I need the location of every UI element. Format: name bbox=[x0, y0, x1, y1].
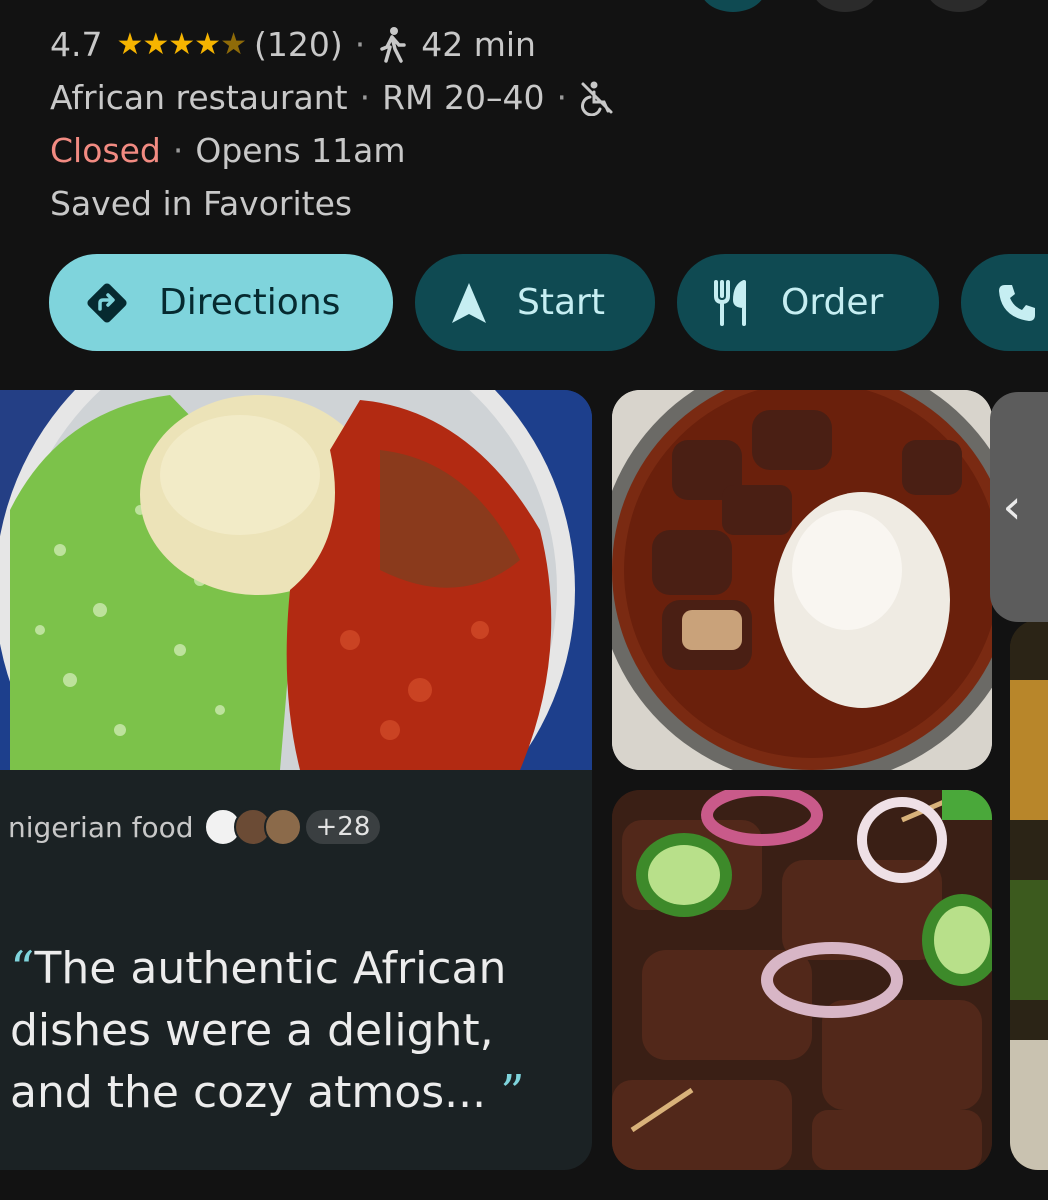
food-photo-partial[interactable] bbox=[1010, 620, 1048, 1170]
start-button[interactable]: Start bbox=[415, 254, 655, 351]
start-label: Start bbox=[517, 282, 605, 323]
fork-knife-icon bbox=[711, 278, 753, 328]
navigation-arrow-icon bbox=[449, 281, 489, 325]
review-tag: nigerian food bbox=[8, 810, 194, 844]
rating-value: 4.7 bbox=[50, 25, 103, 64]
food-photo-fufu-stew[interactable] bbox=[612, 390, 992, 770]
directions-button[interactable]: Directions bbox=[49, 254, 393, 351]
top-action-circle[interactable] bbox=[700, 0, 766, 12]
price-range: RM 20–40 bbox=[382, 78, 545, 117]
food-photo-suya[interactable] bbox=[612, 790, 992, 1170]
walking-icon bbox=[377, 26, 407, 63]
top-action-circle[interactable] bbox=[926, 0, 992, 12]
rating-line: 4.7 ★★★★★ (120) · 42 min bbox=[50, 25, 536, 64]
opening-hours: Opens 11am bbox=[195, 131, 406, 170]
contributor-avatars[interactable]: +28 bbox=[203, 808, 381, 846]
rating-stars-icon: ★★★★★ bbox=[116, 27, 246, 62]
review-snippet[interactable]: “The authentic African dishes were a del… bbox=[10, 938, 570, 1124]
directions-label: Directions bbox=[159, 282, 341, 323]
review-caption: nigerian food +28 bbox=[8, 808, 381, 846]
saved-line[interactable]: Saved in Favorites bbox=[50, 177, 615, 230]
close-quote-icon: ” bbox=[500, 1065, 525, 1121]
open-status: Closed bbox=[50, 131, 161, 170]
saved-list: Saved in Favorites bbox=[50, 184, 353, 223]
more-contributors-count: +28 bbox=[305, 810, 381, 844]
walk-time: 42 min bbox=[421, 25, 536, 64]
order-button[interactable]: Order bbox=[677, 254, 939, 351]
review-card[interactable]: nigerian food +28 “The authentic African… bbox=[0, 390, 592, 1170]
gallery-collapse-handle[interactable]: ‹ bbox=[990, 392, 1048, 622]
place-panel: 4.7 ★★★★★ (120) · 42 min African restaur… bbox=[0, 0, 1048, 1200]
top-action-circle[interactable] bbox=[812, 0, 878, 12]
directions-icon bbox=[83, 279, 131, 327]
open-quote-icon: “ bbox=[10, 941, 35, 997]
place-info: 4.7 ★★★★★ (120) · 42 min African restaur… bbox=[50, 18, 615, 230]
hours-line[interactable]: Closed · Opens 11am bbox=[50, 124, 615, 177]
food-photo-fufu-okra[interactable] bbox=[0, 390, 592, 770]
no-wheelchair-icon bbox=[579, 80, 615, 116]
review-text: The authentic African dishes were a deli… bbox=[10, 943, 507, 1118]
category: African restaurant bbox=[50, 78, 348, 117]
avatar bbox=[263, 808, 302, 846]
phone-icon bbox=[995, 281, 1039, 325]
category-line: African restaurant · RM 20–40 · bbox=[50, 71, 615, 124]
review-count[interactable]: (120) bbox=[254, 25, 343, 64]
chevron-left-icon: ‹ bbox=[1002, 479, 1022, 535]
action-buttons: Directions Start Order bbox=[49, 254, 1048, 351]
call-button[interactable] bbox=[961, 254, 1048, 351]
order-label: Order bbox=[781, 282, 884, 323]
